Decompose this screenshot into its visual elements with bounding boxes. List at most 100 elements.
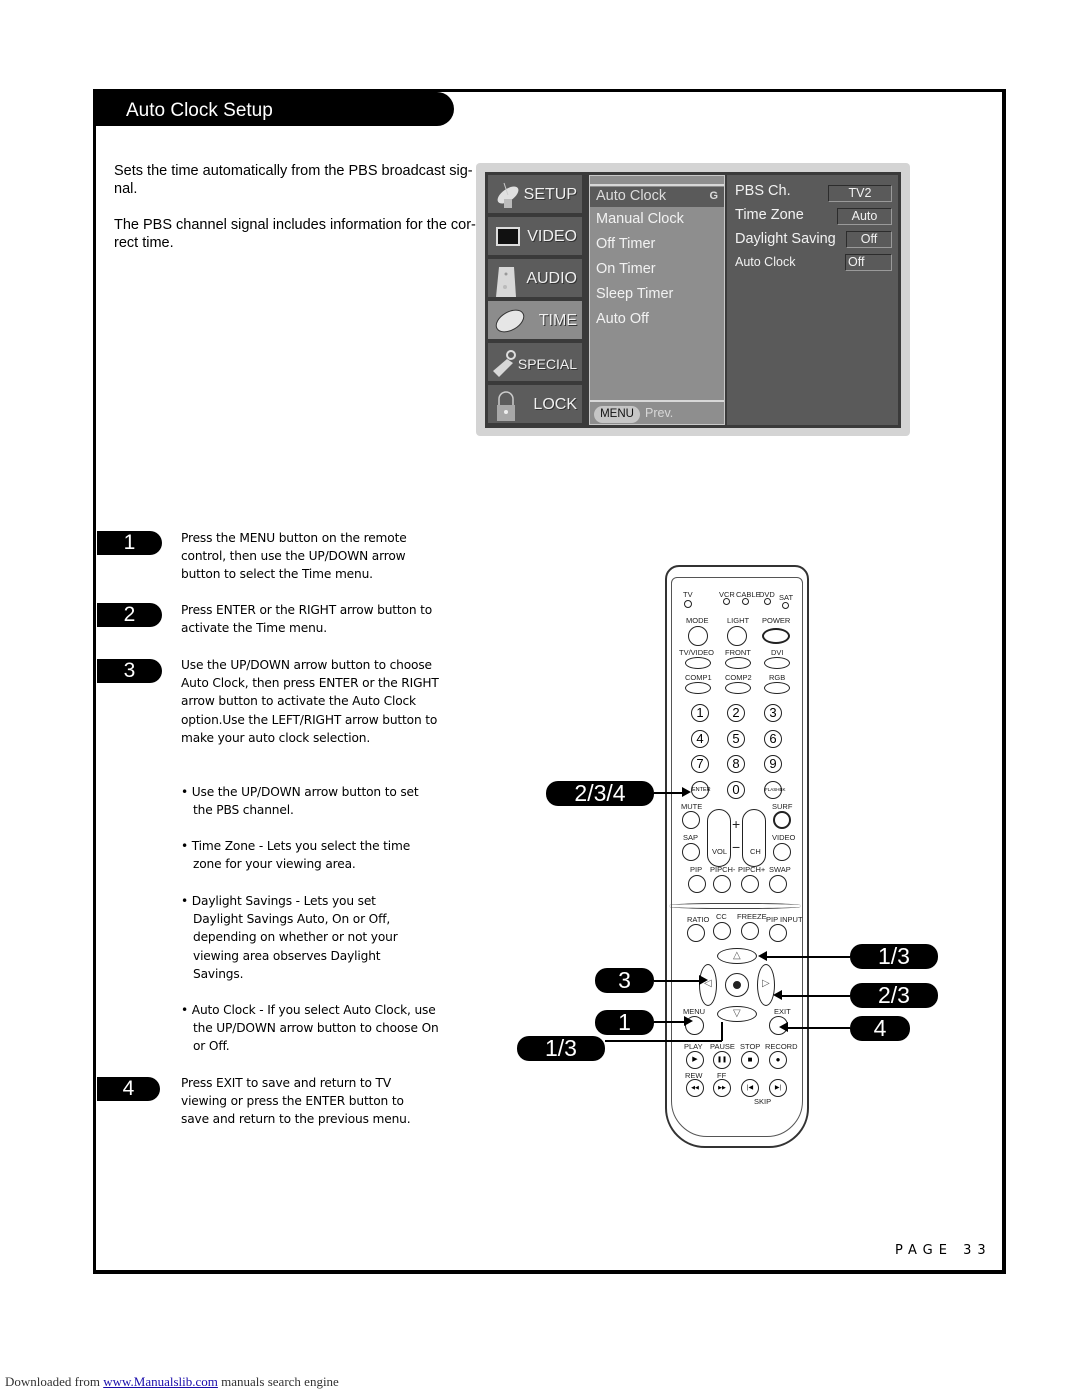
number-button-9[interactable]: 9 (764, 755, 782, 773)
submenu-item-auto-off[interactable]: Auto Off (596, 311, 649, 327)
number-button-3[interactable]: 3 (764, 704, 782, 722)
pipch-minus-button[interactable] (713, 875, 731, 893)
category-label: TIME (538, 312, 577, 329)
front-button[interactable] (725, 657, 751, 669)
callout-right: 2/3 (850, 983, 938, 1008)
category-label: SETUP (523, 186, 577, 203)
number-button-2[interactable]: 2 (727, 704, 745, 722)
pipch-minus-label: PIPCH- (710, 865, 736, 874)
submenu-item-auto-clock[interactable]: Auto Clock G (590, 187, 724, 207)
skip-forward-button[interactable]: ▶| (769, 1079, 787, 1097)
light-button[interactable] (727, 626, 747, 646)
pip-button[interactable] (688, 875, 706, 893)
tv-video-button[interactable] (685, 657, 711, 669)
flashback-button[interactable]: FLASHBK (764, 781, 786, 799)
dvi-button[interactable] (764, 657, 790, 669)
sap-button[interactable] (682, 843, 700, 861)
category-audio[interactable]: AUDIO (488, 259, 582, 299)
power-button[interactable] (762, 628, 790, 644)
callout-left: 3 (595, 968, 654, 993)
submenu-item-off-timer[interactable]: Off Timer (596, 236, 655, 252)
number-button-8[interactable]: 8 (727, 755, 745, 773)
mode-label-tv: TV (683, 590, 693, 599)
stop-button[interactable]: ■ (741, 1051, 759, 1069)
callout-down: 1/3 (517, 1036, 605, 1061)
callout-line (654, 980, 702, 982)
pip-input-button[interactable] (769, 924, 787, 942)
fast-forward-button[interactable]: ▶▶ (713, 1079, 731, 1097)
pipch-plus-button[interactable] (741, 875, 759, 893)
ratio-label: RATIO (687, 915, 710, 924)
rewind-button[interactable]: ◀◀ (686, 1079, 704, 1097)
intro-line: rect time. (114, 235, 174, 251)
mode-led-cable[interactable] (742, 598, 749, 605)
ratio-button[interactable] (687, 924, 705, 942)
surf-button[interactable] (773, 811, 791, 829)
mute-button[interactable] (682, 811, 700, 829)
intro-line: nal. (114, 181, 138, 197)
mode-led-vcr[interactable] (723, 598, 730, 605)
record-button[interactable]: ● (769, 1051, 787, 1069)
submenu-footer: MENU Prev. (590, 400, 724, 424)
option-value-time-zone[interactable]: Auto (837, 208, 892, 225)
option-value-pbs-ch[interactable]: TV2 (828, 185, 892, 202)
option-value-auto-clock[interactable]: Off (845, 254, 892, 271)
mode-led-tv[interactable] (684, 600, 692, 608)
swap-label: SWAP (769, 865, 791, 874)
category-setup[interactable]: SETUP (488, 175, 582, 215)
step-3-text: Use the UP/DOWN arrow button to choose A… (181, 658, 439, 745)
category-lock[interactable]: LOCK (488, 385, 582, 425)
submenu-item-manual-clock[interactable]: Manual Clock (596, 211, 684, 227)
number-button-0[interactable]: 0 (727, 781, 745, 799)
number-button-7[interactable]: 7 (691, 755, 709, 773)
video-button[interactable] (773, 843, 791, 861)
tv-screen-icon (496, 227, 520, 246)
step-badge-1: 1 (97, 531, 162, 555)
comp1-button[interactable] (685, 682, 711, 694)
surf-label: SURF (772, 802, 793, 811)
swap-button[interactable] (769, 875, 787, 893)
enter-button[interactable]: ENTER (691, 781, 711, 799)
submenu-label: Auto Clock (596, 188, 667, 204)
pause-label: PAUSE (710, 1042, 735, 1051)
option-value-daylight-saving[interactable]: Off (846, 231, 892, 248)
minus-label: − (732, 839, 741, 855)
volume-rocker[interactable] (707, 809, 731, 867)
skip-back-button[interactable]: |◀ (741, 1079, 759, 1097)
number-button-5[interactable]: 5 (727, 730, 745, 748)
cc-button[interactable] (713, 922, 731, 940)
submenu-item-sleep-timer[interactable]: Sleep Timer (596, 286, 673, 302)
number-button-1[interactable]: 1 (691, 704, 709, 722)
rgb-button[interactable] (764, 682, 790, 694)
arrow-icon (684, 1016, 693, 1026)
footer-prefix: Downloaded from (5, 1374, 104, 1389)
tv-video-label: TV/VIDEO (679, 648, 715, 657)
bullet-auto-clock: • Auto Clock - If you select Auto Clock,… (181, 1003, 439, 1054)
mode-button[interactable] (688, 626, 708, 646)
submenu-item-on-timer[interactable]: On Timer (596, 261, 656, 277)
freeze-button[interactable] (741, 922, 759, 940)
mode-led-sat[interactable] (782, 602, 789, 609)
category-video[interactable]: VIDEO (488, 217, 582, 257)
play-button[interactable]: ▶ (686, 1051, 704, 1069)
satellite-dish-icon (497, 182, 519, 208)
mode-led-dvd[interactable] (764, 598, 771, 605)
skip-label: SKIP (754, 1097, 772, 1106)
step-1-text: Press the MENU button on the remote cont… (181, 531, 407, 582)
padlock-icon (497, 391, 515, 421)
number-button-4[interactable]: 4 (691, 730, 709, 748)
step-badge-3: 3 (97, 659, 162, 683)
auto-clock-options: PBS Ch. TV2 Time Zone Auto Daylight Savi… (727, 175, 898, 425)
comp2-button[interactable] (725, 682, 751, 694)
callout-line (766, 956, 850, 958)
comp1-label: COMP1 (685, 673, 712, 682)
number-button-6[interactable]: 6 (764, 730, 782, 748)
power-button-label: POWER (762, 616, 791, 625)
option-label-daylight-saving: Daylight Saving (735, 231, 836, 247)
pause-button[interactable]: ❚❚ (713, 1051, 731, 1069)
category-special[interactable]: SPECIAL (488, 343, 582, 383)
channel-rocker[interactable] (742, 809, 766, 867)
manualslib-link[interactable]: www.Manualslib.com (103, 1374, 218, 1389)
category-time[interactable]: TIME (488, 301, 582, 341)
cc-label: CC (716, 912, 727, 921)
